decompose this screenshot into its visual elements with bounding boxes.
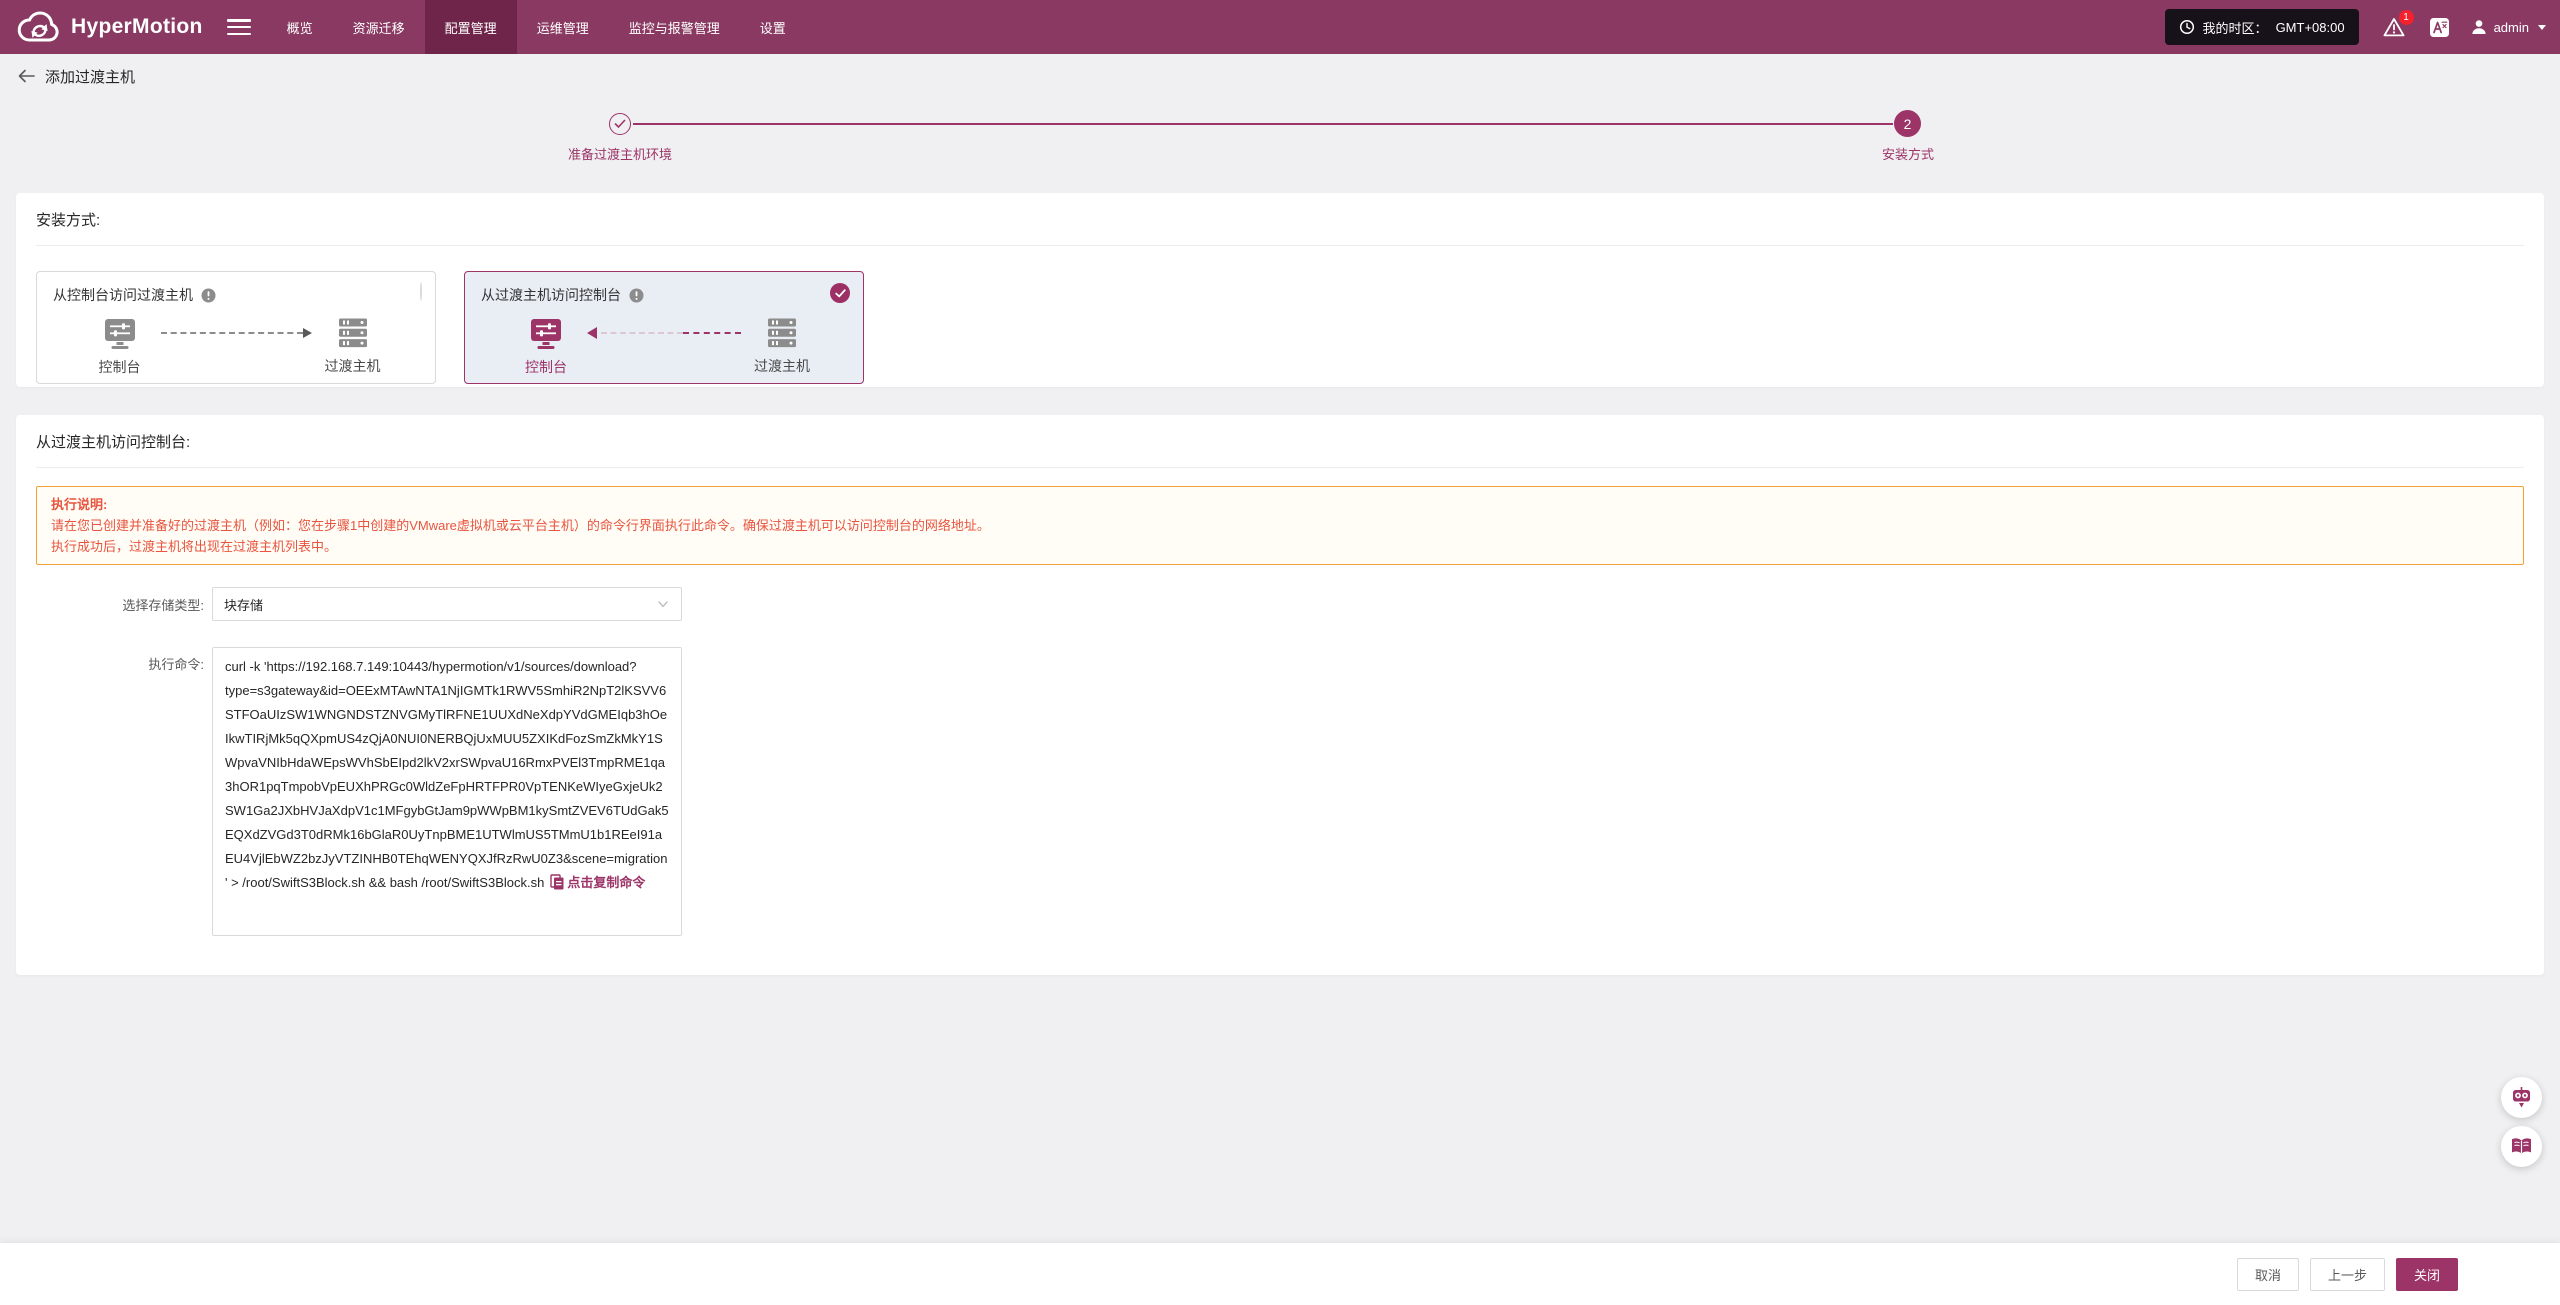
open-book-icon [2510, 1137, 2533, 1156]
server-rack-icon [336, 317, 370, 349]
user-menu[interactable]: admin [2470, 18, 2546, 36]
notice-title: 执行说明: [51, 497, 108, 512]
back-button[interactable] [18, 69, 35, 83]
alert-count-badge: 1 [2398, 10, 2414, 25]
step-2-label: 安装方式 [1881, 147, 1935, 162]
arrow-right [160, 317, 312, 349]
translate-icon [2429, 17, 2450, 38]
option-card-console-to-host[interactable]: 从控制台访问过渡主机 控制台 过渡主机 [36, 271, 436, 384]
command-label: 执行命令: [148, 657, 204, 672]
option-2-title: 从过渡主机访问控制台 [481, 287, 621, 303]
option-1-from-label: 控制台 [98, 359, 141, 375]
option-2-selected-check-icon[interactable] [830, 283, 850, 303]
storage-type-value: 块存储 [224, 597, 264, 613]
step-2-indicator: 2 [1894, 110, 1921, 137]
option-1-to-label: 过渡主机 [324, 358, 381, 374]
nav-item-overview[interactable]: 概览 [267, 0, 333, 54]
timezone-pill: 我的时区： GMT+08:00 [2164, 9, 2359, 45]
step-1-label: 准备过渡主机环境 [567, 147, 673, 162]
install-method-panel: 安装方式: 从控制台访问过渡主机 控制台 过渡主机 从过渡主机访问控制台 控制台… [16, 193, 2544, 387]
timezone-label: 我的时区： [2202, 20, 2268, 36]
previous-step-button[interactable]: 上一步 [2309, 1257, 2385, 1291]
nav-item-resource-migration[interactable]: 资源迁移 [333, 0, 425, 54]
assistant-robot-button[interactable] [2501, 1077, 2542, 1118]
nav-item-settings[interactable]: 设置 [740, 0, 806, 54]
command-text: curl -k 'https://192.168.7.149:10443/hyp… [225, 659, 669, 890]
info-icon[interactable] [629, 288, 644, 303]
cancel-button[interactable]: 取消 [2236, 1257, 2299, 1291]
execution-notice: 执行说明: 请在您已创建并准备好的过渡主机（例如：您在步骤1中创建的VMware… [36, 486, 2524, 565]
host-to-console-panel: 从过渡主机访问控制台: 执行说明: 请在您已创建并准备好的过渡主机（例如：您在步… [16, 415, 2544, 975]
documentation-button[interactable] [2501, 1126, 2542, 1167]
menu-toggle-icon[interactable] [226, 19, 251, 35]
option-1-title: 从控制台访问过渡主机 [53, 287, 193, 303]
close-button[interactable]: 关闭 [2395, 1257, 2458, 1291]
caret-down-icon [2538, 24, 2546, 30]
server-rack-icon [765, 317, 799, 349]
notice-line: 执行成功后，过渡主机将出现在过渡主机列表中。 [51, 539, 338, 554]
clock-icon [2179, 19, 2195, 35]
cloud-logo-icon [16, 7, 62, 47]
copy-icon[interactable] [550, 874, 564, 898]
robot-icon [2510, 1086, 2533, 1109]
timezone-value: GMT+08:00 [2275, 19, 2345, 35]
storage-type-select[interactable]: 块存储 [212, 587, 682, 621]
page-title: 添加过渡主机 [45, 68, 136, 86]
main-nav: 概览 资源迁移 配置管理 运维管理 监控与报警管理 设置 [267, 0, 806, 54]
step-connector [633, 123, 1893, 125]
arrow-left [587, 317, 741, 349]
detail-section-title: 从过渡主机访问控制台: [36, 434, 191, 451]
navbar-right: 我的时区： GMT+08:00 1 admin [2164, 9, 2560, 45]
storage-type-label: 选择存储类型: [122, 597, 204, 613]
username: admin [2493, 19, 2529, 35]
step-1-completed-icon[interactable] [609, 113, 631, 135]
nav-item-ops-management[interactable]: 运维管理 [517, 0, 609, 54]
option-2-to-label: 过渡主机 [754, 358, 810, 374]
console-icon [103, 317, 137, 350]
console-icon [529, 317, 563, 350]
divider [36, 245, 2524, 246]
alerts-button[interactable]: 1 [2383, 10, 2414, 37]
brand-name: HyperMotion [71, 15, 203, 38]
brand[interactable]: HyperMotion [0, 0, 203, 54]
footer-action-bar: 取消 上一步 关闭 [0, 1243, 2560, 1305]
option-1-radio[interactable] [420, 282, 422, 301]
divider [36, 467, 2524, 468]
language-switch-button[interactable] [2429, 17, 2450, 38]
wizard-stepper: 2 准备过渡主机环境 安装方式 [0, 108, 2560, 168]
notice-line: 请在您已创建并准备好的过渡主机（例如：您在步骤1中创建的VMware虚拟机或云平… [51, 518, 990, 533]
option-card-host-to-console[interactable]: 从过渡主机访问控制台 控制台 过渡主机 [464, 271, 864, 384]
page-header: 添加过渡主机 [0, 54, 2560, 98]
chevron-down-icon [656, 597, 670, 611]
command-textarea[interactable]: curl -k 'https://192.168.7.149:10443/hyp… [212, 647, 682, 936]
nav-item-monitor-alarm[interactable]: 监控与报警管理 [609, 0, 740, 54]
info-icon[interactable] [201, 288, 216, 303]
option-2-diagram: 控制台 过渡主机 [465, 317, 863, 377]
copy-command-link[interactable]: 点击复制命令 [567, 875, 645, 890]
install-section-title: 安装方式: [36, 212, 101, 229]
nav-item-config-management[interactable]: 配置管理 [424, 0, 517, 54]
top-navbar: HyperMotion 概览 资源迁移 配置管理 运维管理 监控与报警管理 设置… [0, 0, 2560, 54]
user-avatar-icon [2470, 18, 2488, 36]
option-2-from-label: 控制台 [525, 359, 567, 375]
option-1-diagram: 控制台 过渡主机 [37, 317, 435, 377]
